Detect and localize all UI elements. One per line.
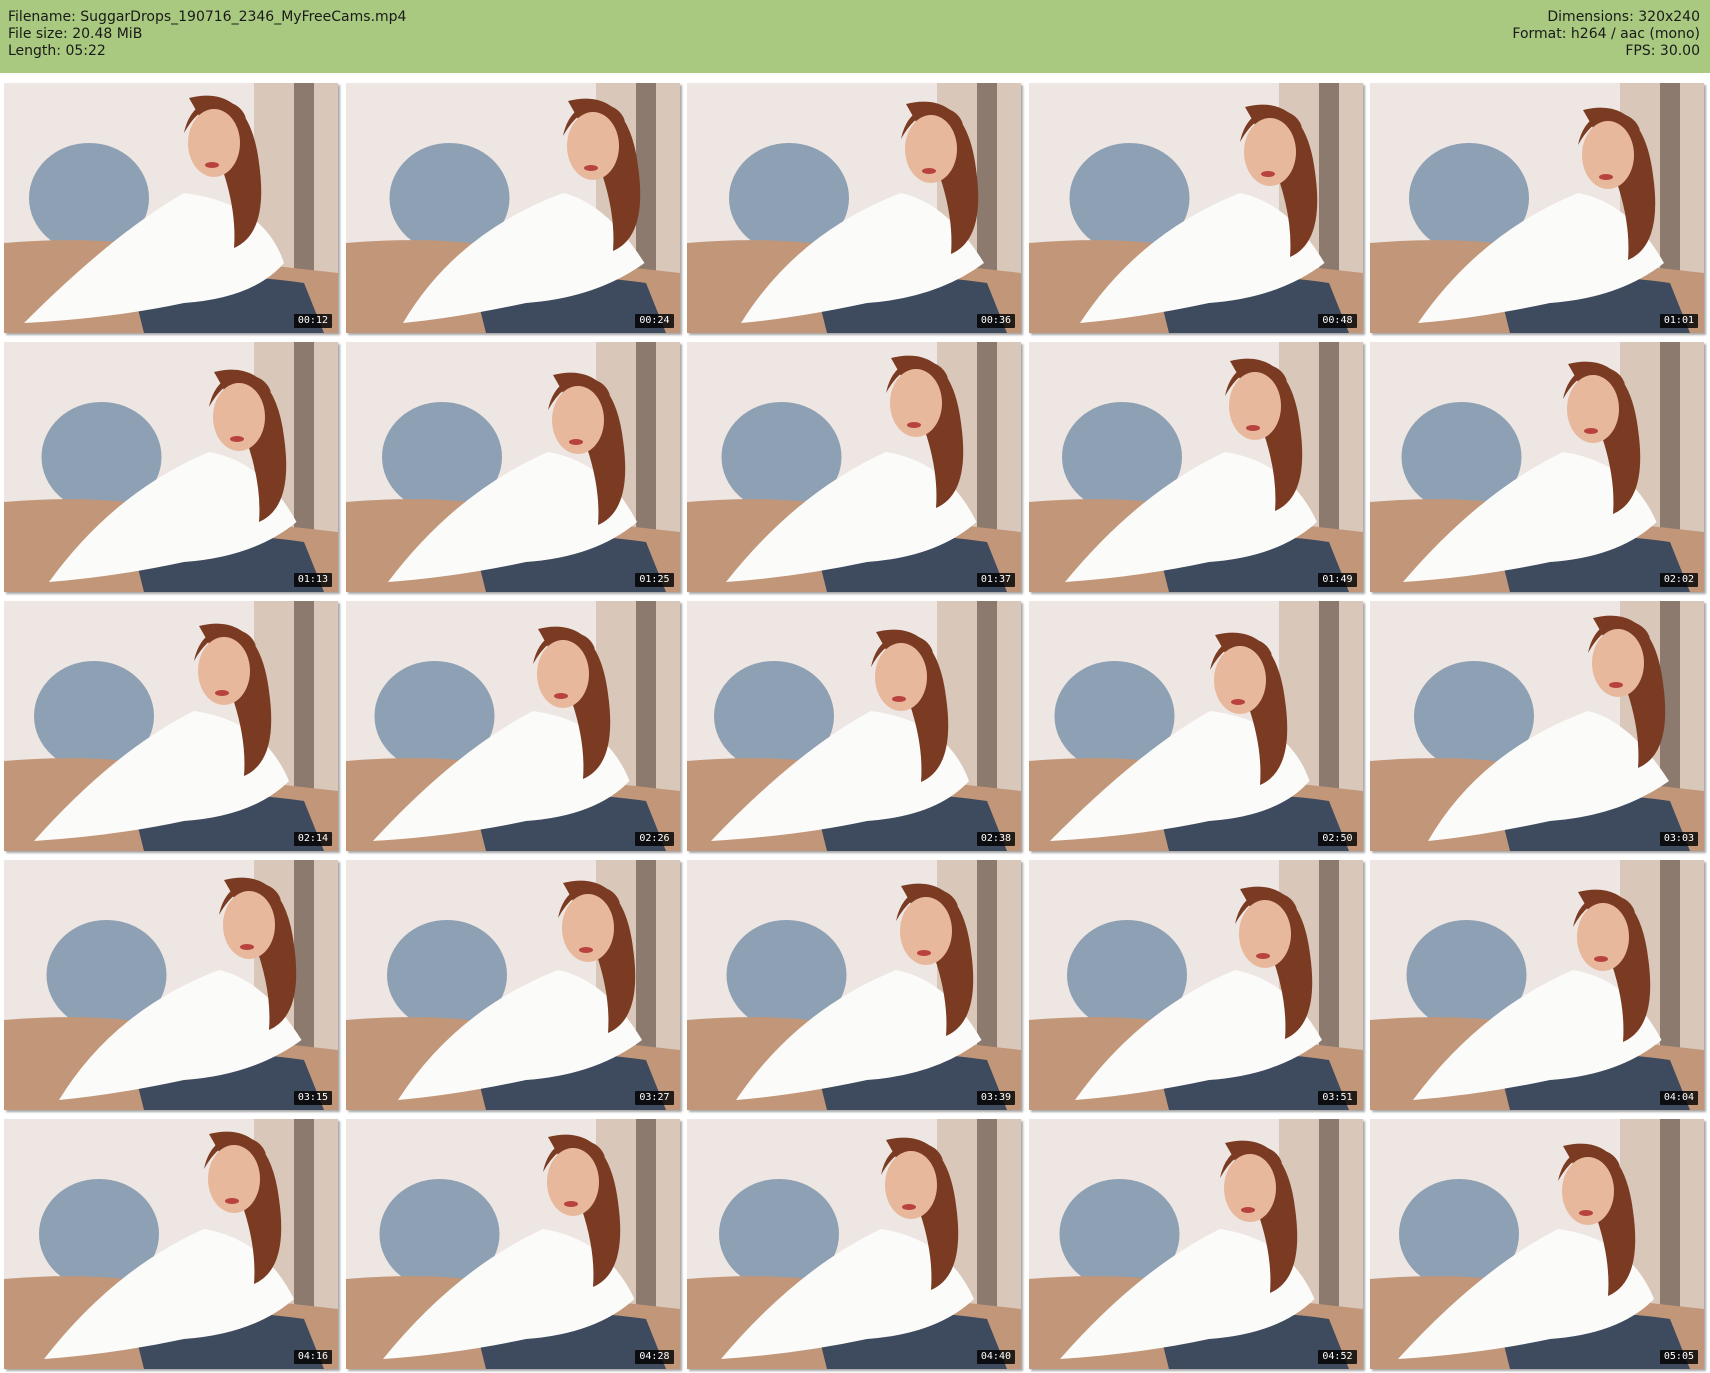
- frame-timestamp: 01:49: [1318, 573, 1357, 587]
- video-info-right: Dimensions: 320x240 Format: h264 / aac (…: [1512, 9, 1700, 60]
- frame-image: [1370, 1119, 1704, 1369]
- frame-image: [1370, 601, 1704, 851]
- fps-text: FPS: 30.00: [1625, 43, 1700, 59]
- frame-image: [1028, 601, 1363, 851]
- video-frame-thumbnail: 03:03: [1370, 601, 1704, 851]
- video-info-left: Filename: SuggarDrops_190716_2346_MyFree…: [8, 9, 406, 60]
- video-frame-thumbnail: 00:48: [1028, 83, 1363, 333]
- frame-image: [345, 601, 680, 851]
- frame-timestamp: 00:24: [635, 314, 674, 328]
- frame-timestamp: 03:39: [976, 1091, 1015, 1105]
- frame-image: [1028, 342, 1363, 592]
- frame-image: [345, 342, 680, 592]
- frame-timestamp: 02:38: [976, 832, 1015, 846]
- video-frame-thumbnail: 00:12: [4, 83, 338, 333]
- video-frame-thumbnail: 04:16: [4, 1119, 338, 1369]
- format-text: Format: h264 / aac (mono): [1512, 26, 1700, 42]
- frame-timestamp: 01:25: [635, 573, 674, 587]
- frame-timestamp: 03:03: [1659, 832, 1698, 846]
- video-frame-thumbnail: 03:39: [687, 860, 1021, 1110]
- frame-timestamp: 04:04: [1659, 1091, 1698, 1105]
- frame-timestamp: 01:01: [1659, 314, 1698, 328]
- video-frame-thumbnail: 04:04: [1370, 860, 1704, 1110]
- frame-image: [4, 1119, 338, 1369]
- video-frame-thumbnail: 02:02: [1370, 342, 1704, 592]
- video-frame-thumbnail: 01:01: [1370, 83, 1704, 333]
- frame-image: [1028, 83, 1363, 333]
- frame-timestamp: 02:26: [635, 832, 674, 846]
- video-frame-thumbnail: 02:50: [1028, 601, 1363, 851]
- frame-timestamp: 03:51: [1318, 1091, 1357, 1105]
- file-size-text: File size: 20.48 MiB: [8, 26, 143, 42]
- video-frame-thumbnail: 01:13: [4, 342, 338, 592]
- frame-timestamp: 04:52: [1318, 1350, 1357, 1364]
- frame-image: [687, 1119, 1021, 1369]
- frame-image: [687, 860, 1021, 1110]
- video-frame-thumbnail: 01:49: [1028, 342, 1363, 592]
- frame-image: [4, 342, 338, 592]
- frame-timestamp: 00:48: [1318, 314, 1357, 328]
- frame-timestamp: 01:13: [293, 573, 332, 587]
- thumbnail-grid: 00:12 00:24 00:36 00:48 01:01 01:13 01:25 01:37…: [4, 83, 1708, 1369]
- frame-image: [345, 860, 680, 1110]
- video-frame-thumbnail: 04:40: [687, 1119, 1021, 1369]
- video-frame-thumbnail: 03:15: [4, 860, 338, 1110]
- video-frame-thumbnail: 02:14: [4, 601, 338, 851]
- frame-image: [4, 83, 338, 333]
- frame-timestamp: 01:37: [976, 573, 1015, 587]
- video-frame-thumbnail: 00:36: [687, 83, 1021, 333]
- video-frame-thumbnail: 03:27: [345, 860, 680, 1110]
- frame-image: [687, 83, 1021, 333]
- frame-timestamp: 02:50: [1318, 832, 1357, 846]
- video-frame-thumbnail: 03:51: [1028, 860, 1363, 1110]
- frame-timestamp: 04:40: [976, 1350, 1015, 1364]
- frame-image: [687, 342, 1021, 592]
- frame-image: [687, 601, 1021, 851]
- dimensions-text: Dimensions: 320x240: [1547, 9, 1700, 25]
- frame-image: [1370, 342, 1704, 592]
- filename-text: Filename: SuggarDrops_190716_2346_MyFree…: [8, 9, 407, 25]
- video-frame-thumbnail: 00:24: [345, 83, 680, 333]
- frame-timestamp: 05:05: [1659, 1350, 1698, 1364]
- frame-timestamp: 04:16: [293, 1350, 332, 1364]
- frame-timestamp: 03:27: [635, 1091, 674, 1105]
- frame-image: [345, 1119, 680, 1369]
- frame-timestamp: 04:28: [635, 1350, 674, 1364]
- frame-image: [345, 83, 680, 333]
- frame-timestamp: 00:36: [976, 314, 1015, 328]
- frame-image: [1028, 860, 1363, 1110]
- frame-image: [1370, 860, 1704, 1110]
- video-frame-thumbnail: 02:26: [345, 601, 680, 851]
- video-frame-thumbnail: 01:25: [345, 342, 680, 592]
- video-frame-thumbnail: 01:37: [687, 342, 1021, 592]
- frame-timestamp: 02:14: [293, 832, 332, 846]
- video-frame-thumbnail: 05:05: [1370, 1119, 1704, 1369]
- frame-image: [1370, 83, 1704, 333]
- video-frame-thumbnail: 04:52: [1028, 1119, 1363, 1369]
- frame-timestamp: 00:12: [293, 314, 332, 328]
- frame-timestamp: 03:15: [293, 1091, 332, 1105]
- frame-image: [4, 860, 338, 1110]
- video-frame-thumbnail: 04:28: [345, 1119, 680, 1369]
- length-text: Length: 05:22: [8, 43, 106, 59]
- frame-timestamp: 02:02: [1659, 573, 1698, 587]
- frame-image: [1028, 1119, 1363, 1369]
- video-info-header: Filename: SuggarDrops_190716_2346_MyFree…: [0, 0, 1710, 73]
- video-frame-thumbnail: 02:38: [687, 601, 1021, 851]
- frame-image: [4, 601, 338, 851]
